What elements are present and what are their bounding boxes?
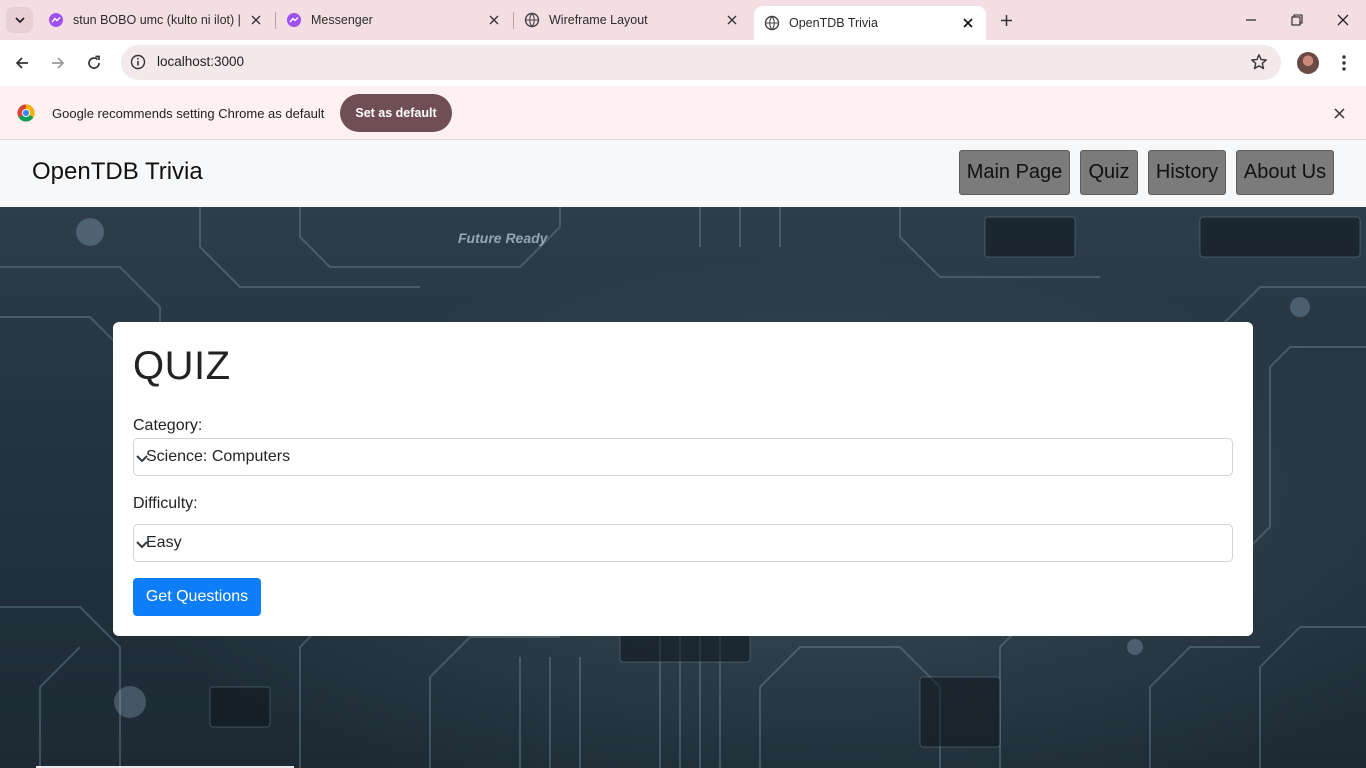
category-selected-value: Science: Computers xyxy=(146,448,291,465)
site-info-icon[interactable] xyxy=(129,53,147,71)
default-browser-infobar: Google recommends setting Chrome as defa… xyxy=(0,86,1366,140)
infobar-message: Google recommends setting Chrome as defa… xyxy=(52,106,325,121)
web-page: OpenTDB Trivia Main Page Quiz History Ab… xyxy=(0,140,1366,768)
arrow-right-icon xyxy=(52,57,65,69)
close-icon[interactable] xyxy=(486,12,502,28)
plus-icon xyxy=(1000,14,1012,26)
close-icon[interactable] xyxy=(960,15,976,31)
tab-title: Messenger xyxy=(311,13,373,27)
new-tab-button[interactable] xyxy=(995,9,1017,31)
background-caption: Future Ready xyxy=(458,230,549,246)
minimize-icon xyxy=(1246,19,1256,21)
tab-search-button[interactable] xyxy=(6,7,33,33)
messenger-icon xyxy=(49,13,63,27)
arrow-left-icon xyxy=(15,57,28,69)
nav-history[interactable]: History xyxy=(1148,150,1226,195)
forward-button[interactable] xyxy=(43,48,73,78)
tab-opentdb-trivia[interactable]: OpenTDB Trivia xyxy=(754,6,986,40)
chevron-down-icon xyxy=(136,541,148,549)
tab-messenger[interactable]: Messenger xyxy=(276,5,512,35)
minimize-button[interactable] xyxy=(1228,0,1274,40)
tab-title: OpenTDB Trivia xyxy=(789,16,878,30)
restore-button[interactable] xyxy=(1274,0,1320,40)
nav-main-page[interactable]: Main Page xyxy=(959,150,1070,195)
chevron-down-icon xyxy=(14,17,25,24)
globe-icon xyxy=(764,15,780,31)
difficulty-label: Difficulty: xyxy=(133,495,198,512)
profile-avatar[interactable] xyxy=(1297,52,1319,74)
get-questions-button[interactable]: Get Questions xyxy=(133,578,261,616)
category-label: Category: xyxy=(133,417,203,434)
category-select[interactable]: Science: Computers xyxy=(133,438,1233,476)
tab-messenger-chat[interactable]: stun BOBO umc (kulto ni ilot) | M xyxy=(38,5,274,35)
bookmark-star-icon[interactable] xyxy=(1250,53,1268,71)
site-brand[interactable]: OpenTDB Trivia xyxy=(32,158,203,186)
nav-quiz[interactable]: Quiz xyxy=(1080,150,1138,195)
nav-about-us[interactable]: About Us xyxy=(1236,150,1334,195)
set-as-default-button[interactable]: Set as default xyxy=(340,94,452,132)
tab-title: stun BOBO umc (kulto ni ilot) | M xyxy=(73,13,242,27)
menu-button[interactable] xyxy=(1334,52,1354,74)
browser-toolbar: localhost:3000 xyxy=(0,40,1366,86)
chrome-logo-icon xyxy=(17,104,35,122)
reload-button[interactable] xyxy=(79,48,109,78)
difficulty-selected-value: Easy xyxy=(146,534,182,551)
globe-icon xyxy=(524,12,540,28)
messenger-icon xyxy=(287,13,301,27)
back-button[interactable] xyxy=(7,48,37,78)
reload-icon xyxy=(88,55,100,69)
close-icon xyxy=(1333,107,1345,119)
restore-icon xyxy=(1291,14,1303,26)
page-title: QUIZ xyxy=(133,344,231,388)
quiz-card: QUIZ Category: Science: Computers Diffic… xyxy=(113,322,1253,636)
close-infobar-button[interactable] xyxy=(1331,105,1347,121)
close-icon[interactable] xyxy=(724,12,740,28)
tab-wireframe-layout[interactable]: Wireframe Layout xyxy=(514,5,750,35)
circuit-background: Future Ready QUIZ Category: Science: Com… xyxy=(0,207,1366,768)
more-vertical-icon xyxy=(1342,55,1346,71)
close-icon[interactable] xyxy=(248,12,264,28)
tab-title: Wireframe Layout xyxy=(549,13,648,27)
site-navbar: OpenTDB Trivia Main Page Quiz History Ab… xyxy=(0,140,1366,207)
url-text[interactable]: localhost:3000 xyxy=(157,54,244,69)
difficulty-select[interactable]: Easy xyxy=(133,524,1233,562)
chevron-down-icon xyxy=(136,455,148,463)
close-icon xyxy=(1337,14,1349,26)
tab-strip: stun BOBO umc (kulto ni ilot) | M Messen… xyxy=(0,0,1366,40)
address-bar[interactable]: localhost:3000 xyxy=(121,45,1281,80)
close-window-button[interactable] xyxy=(1320,0,1366,40)
